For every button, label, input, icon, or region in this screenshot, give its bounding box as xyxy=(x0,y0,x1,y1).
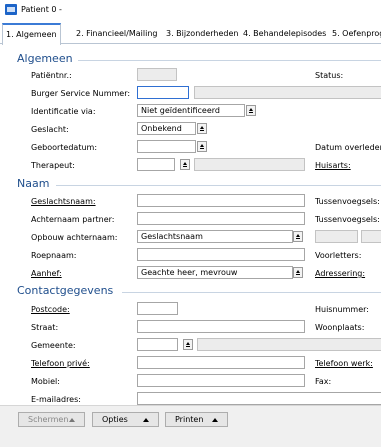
geslacht-dropdown-icon[interactable] xyxy=(197,123,207,134)
huisarts-label: Huisarts: xyxy=(315,161,351,170)
email-label: E-mailadres: xyxy=(31,395,81,404)
identificatie-label: Identificatie via: xyxy=(31,107,96,116)
straat-label: Straat: xyxy=(31,323,59,332)
bsn-label: Burger Service Nummer: xyxy=(31,89,131,98)
voorletters-label: Voorletters: xyxy=(315,251,362,260)
fax-label: Fax: xyxy=(315,377,332,386)
geboortedatum-dropdown-icon[interactable] xyxy=(197,141,207,152)
datum-overleden-label: Datum overleden xyxy=(315,143,381,152)
therapeut-input[interactable] xyxy=(137,158,175,171)
mobiel-label: Mobiel: xyxy=(31,377,60,386)
section-divider xyxy=(56,185,381,186)
achternaam-partner-input[interactable] xyxy=(137,212,305,225)
tussenvoegsels-label: Tussenvoegsels: xyxy=(315,197,380,206)
section-divider xyxy=(122,292,381,293)
gemeente-name-field xyxy=(197,338,381,351)
tab-oefenprog[interactable]: 5. Oefenprog xyxy=(329,25,381,43)
schermen-button-label: Schermen xyxy=(28,415,69,424)
achternaam-partner-label: Achternaam partner: xyxy=(31,215,115,224)
roepnaam-input[interactable] xyxy=(137,248,305,261)
printen-button[interactable]: Printen xyxy=(165,412,228,427)
tab-bar: 1. Algemeen 2. Financieel/Mailing 3. Bij… xyxy=(0,23,381,45)
straat-input[interactable] xyxy=(137,320,305,333)
tab-algemeen[interactable]: 1. Algemeen xyxy=(2,23,61,45)
aanhef-label-text: Aanhef: xyxy=(31,269,62,278)
tab-bijzonderheden[interactable]: 3. Bijzonderheden xyxy=(163,25,241,43)
section-divider xyxy=(78,60,381,61)
opbouw-extra-field-1 xyxy=(315,230,358,243)
tab-financieel-mailing[interactable]: 2. Financieel/Mailing xyxy=(73,25,160,43)
section-naam-heading: Naam xyxy=(17,177,50,190)
adressering-label: Adressering: xyxy=(315,269,365,278)
identificatie-select[interactable]: Niet geïdentificeerd xyxy=(137,104,245,117)
schermen-button: Schermen xyxy=(18,412,85,427)
geboortedatum-input[interactable] xyxy=(137,140,196,153)
roepnaam-label: Roepnaam: xyxy=(31,251,77,260)
chevron-up-icon xyxy=(143,418,149,422)
telefoon-werk-label: Telefoon werk: xyxy=(315,359,373,368)
gemeente-label: Gemeente: xyxy=(31,341,76,350)
geslachtsnaam-label: Geslachtsnaam: xyxy=(31,197,96,206)
aanhef-label: Aanhef: xyxy=(31,269,62,278)
postcode-label: Postcode: xyxy=(31,305,70,314)
huisarts-label-text: Huisarts: xyxy=(315,161,351,170)
printen-button-label: Printen xyxy=(175,415,204,424)
section-algemeen-heading: Algemeen xyxy=(17,52,73,65)
chevron-up-icon xyxy=(212,418,218,422)
opbouw-achternaam-label: Opbouw achternaam: xyxy=(31,233,118,242)
patientnr-label: Patiëntnr.: xyxy=(31,71,72,80)
aanhef-dropdown-icon[interactable] xyxy=(293,267,303,278)
woonplaats-label: Woonplaats: xyxy=(315,323,365,332)
geslacht-select[interactable]: Onbekend xyxy=(137,122,196,135)
geslachtsnaam-input[interactable] xyxy=(137,194,305,207)
therapeut-dropdown-icon[interactable] xyxy=(180,159,190,170)
gemeente-dropdown-icon[interactable] xyxy=(183,339,193,350)
telefoon-werk-label-text: Telefoon werk: xyxy=(315,359,373,368)
bsn-extra-field xyxy=(194,86,381,99)
opties-button-label: Opties xyxy=(102,415,128,424)
aanhef-select[interactable]: Geachte heer, mevrouw xyxy=(137,266,293,279)
status-label: Status: xyxy=(315,71,344,80)
opbouw-extra-field-2 xyxy=(361,230,381,243)
patientnr-field xyxy=(137,68,177,81)
geslacht-label: Geslacht: xyxy=(31,125,69,134)
window-titlebar: Patient 0 - xyxy=(0,0,381,20)
therapeut-name-field xyxy=(194,158,305,171)
postcode-input[interactable] xyxy=(137,302,178,315)
gemeente-input[interactable] xyxy=(137,338,178,351)
email-input[interactable] xyxy=(137,392,381,405)
bsn-input[interactable] xyxy=(137,86,189,99)
adressering-label-text: Adressering: xyxy=(315,269,366,278)
identificatie-dropdown-icon[interactable] xyxy=(246,105,256,116)
tussenvoegsels-partner-label: Tussenvoegsels: xyxy=(315,215,380,224)
therapeut-label: Therapeut: xyxy=(31,161,75,170)
mobiel-input[interactable] xyxy=(137,374,305,387)
chevron-up-icon xyxy=(69,418,75,422)
huisnummer-label: Huisnummer: xyxy=(315,305,369,314)
opties-button[interactable]: Opties xyxy=(92,412,159,427)
tab-behandelepisodes[interactable]: 4. Behandelepisodes xyxy=(240,25,329,43)
opbouw-achternaam-select[interactable]: Geslachtsnaam xyxy=(137,230,293,243)
telefoon-prive-label: Telefoon privé: xyxy=(31,359,90,368)
geslachtsnaam-label-text: Geslachtsnaam: xyxy=(31,197,96,206)
postcode-label-text: Postcode: xyxy=(31,305,70,314)
opbouw-achternaam-dropdown-icon[interactable] xyxy=(293,231,303,242)
window-title: Patient 0 - xyxy=(21,5,62,14)
telefoon-prive-label-text: Telefoon privé: xyxy=(31,359,90,368)
app-icon xyxy=(5,4,17,15)
telefoon-prive-input[interactable] xyxy=(137,356,305,369)
geboortedatum-label: Geboortedatum: xyxy=(31,143,98,152)
section-contact-heading: Contactgegevens xyxy=(17,284,114,297)
